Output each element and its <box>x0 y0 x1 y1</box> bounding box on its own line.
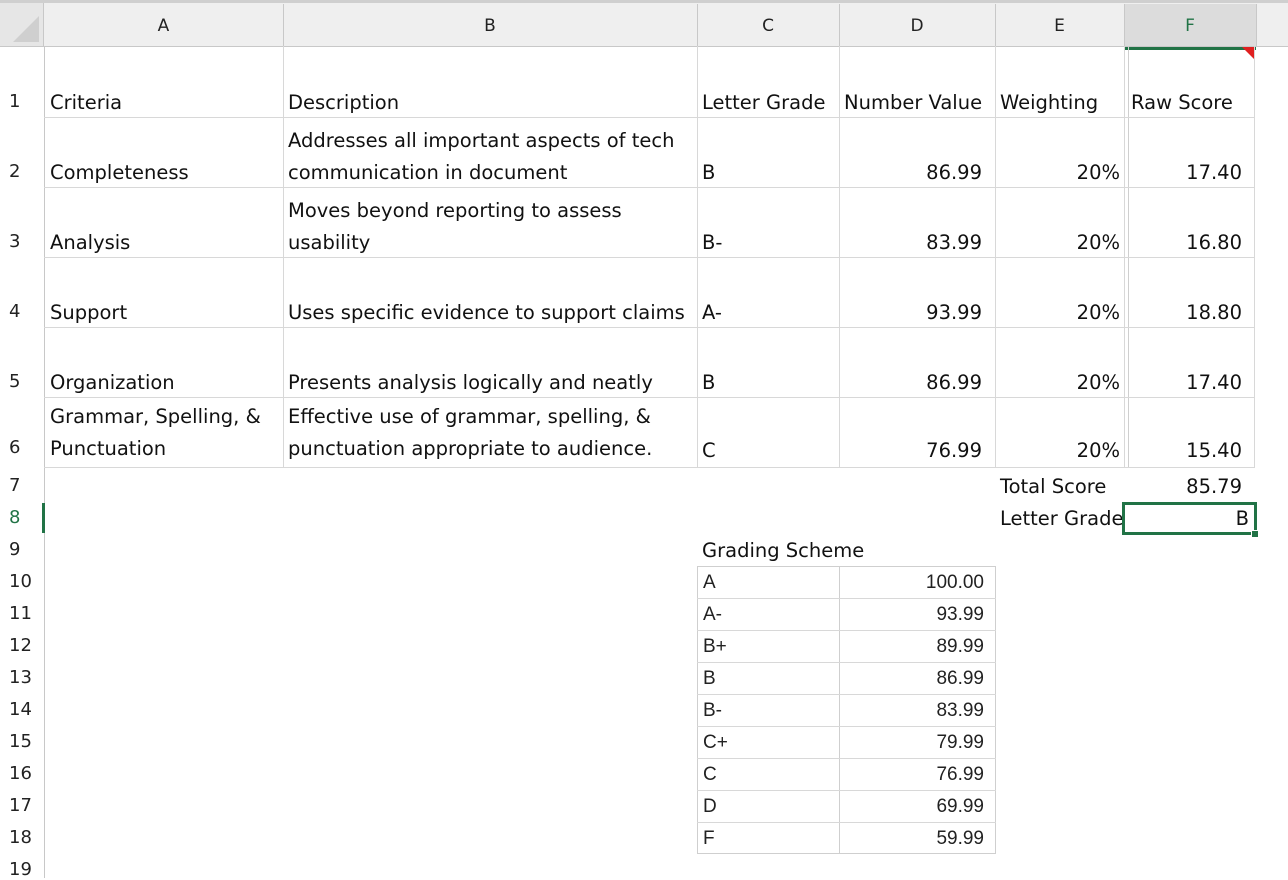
row-header-16[interactable]: 16 <box>0 764 44 784</box>
criteria-description[interactable]: Uses specific evidence to support claims <box>288 297 685 328</box>
column-header-f[interactable]: F <box>1124 4 1256 50</box>
criteria-description[interactable]: Moves beyond reporting to assess <box>288 195 622 226</box>
criteria-weight[interactable]: 20% <box>995 157 1120 188</box>
spreadsheet: A B C D E F 1 2 3 4 5 6 7 8 9 10 11 12 1… <box>0 0 1288 880</box>
criteria-description[interactable]: punctuation appropriate to audience. <box>288 433 652 464</box>
scheme-value[interactable]: 59.99 <box>839 823 984 854</box>
scheme-value[interactable]: 89.99 <box>839 631 984 662</box>
scheme-grade[interactable]: C <box>703 759 717 790</box>
criteria-name[interactable]: Punctuation <box>50 433 166 464</box>
row-header-14[interactable]: 14 <box>0 700 44 720</box>
total-score-value[interactable]: 85.79 <box>1124 471 1242 502</box>
letter-grade-label[interactable]: Letter Grade <box>1000 503 1123 534</box>
criteria-weight[interactable]: 20% <box>995 435 1120 466</box>
column-header-d[interactable]: D <box>839 4 995 46</box>
select-all-corner[interactable] <box>0 3 44 46</box>
row-8-highlight <box>42 503 45 533</box>
scheme-grade[interactable]: A- <box>703 599 722 630</box>
row-header-12[interactable]: 12 <box>0 636 44 656</box>
letter-grade-value[interactable]: B <box>1124 503 1249 534</box>
scheme-value[interactable]: 76.99 <box>839 759 984 790</box>
column-header-b[interactable]: B <box>283 4 697 46</box>
criteria-description[interactable]: communication in document <box>288 157 567 188</box>
criteria-name[interactable]: Completeness <box>50 157 189 188</box>
row-header-11[interactable]: 11 <box>0 604 44 624</box>
criteria-value[interactable]: 93.99 <box>839 297 982 328</box>
criteria-name[interactable]: Analysis <box>50 227 130 258</box>
scheme-grade[interactable]: F <box>703 823 715 854</box>
criteria-name[interactable]: Grammar, Spelling, & <box>50 401 261 432</box>
criteria-raw-score[interactable]: 16.80 <box>1124 227 1242 258</box>
criteria-name[interactable]: Support <box>50 297 127 328</box>
criteria-value[interactable]: 76.99 <box>839 435 982 466</box>
column-header-a[interactable]: A <box>44 4 283 46</box>
row-header-15[interactable]: 15 <box>0 732 44 752</box>
criteria-grade[interactable]: B <box>702 367 715 398</box>
column-header-c[interactable]: C <box>697 4 839 46</box>
scheme-value[interactable]: 79.99 <box>839 727 984 758</box>
criteria-grade[interactable]: A- <box>702 297 722 328</box>
row-header-8[interactable]: 8 <box>0 508 44 528</box>
scheme-grade[interactable]: B+ <box>703 631 727 662</box>
header-weighting[interactable]: Weighting <box>1000 87 1098 118</box>
criteria-weight[interactable]: 20% <box>995 227 1120 258</box>
criteria-weight[interactable]: 20% <box>995 297 1120 328</box>
criteria-description[interactable]: Presents analysis logically and neatly <box>288 367 653 398</box>
scheme-value[interactable]: 100.00 <box>839 567 984 598</box>
row-header-7[interactable]: 7 <box>0 476 44 496</box>
scheme-grade[interactable]: C+ <box>703 727 728 758</box>
criteria-value[interactable]: 83.99 <box>839 227 982 258</box>
row-header-5[interactable]: 5 <box>0 372 44 392</box>
criteria-raw-score[interactable]: 17.40 <box>1124 367 1242 398</box>
scheme-value[interactable]: 86.99 <box>839 663 984 694</box>
criteria-name[interactable]: Organization <box>50 367 175 398</box>
row-header-2[interactable]: 2 <box>0 162 44 182</box>
criteria-description[interactable]: Addresses all important aspects of tech <box>288 125 674 156</box>
criteria-grade[interactable]: B- <box>702 227 722 258</box>
criteria-raw-score[interactable]: 15.40 <box>1124 435 1242 466</box>
row-header-4[interactable]: 4 <box>0 302 44 322</box>
row-header-9[interactable]: 9 <box>0 540 44 560</box>
header-criteria[interactable]: Criteria <box>50 87 122 118</box>
header-letter-grade[interactable]: Letter Grade <box>702 87 825 118</box>
criteria-description[interactable]: usability <box>288 227 370 258</box>
row-header-1[interactable]: 1 <box>0 92 44 112</box>
total-score-label[interactable]: Total Score <box>1000 471 1106 502</box>
scheme-grade[interactable]: B- <box>703 695 722 726</box>
header-raw-score[interactable]: Raw Score <box>1131 87 1233 118</box>
criteria-value[interactable]: 86.99 <box>839 367 982 398</box>
criteria-value[interactable]: 86.99 <box>839 157 982 188</box>
scheme-grade[interactable]: D <box>703 791 717 822</box>
scheme-value[interactable]: 93.99 <box>839 599 984 630</box>
comment-indicator-icon[interactable] <box>1242 47 1254 59</box>
row-header-3[interactable]: 3 <box>0 232 44 252</box>
criteria-raw-score[interactable]: 18.80 <box>1124 297 1242 328</box>
row-header-13[interactable]: 13 <box>0 668 44 688</box>
row-header-17[interactable]: 17 <box>0 796 44 816</box>
scheme-grade[interactable]: A <box>703 567 716 598</box>
criteria-description[interactable]: Effective use of grammar, spelling, & <box>288 401 651 432</box>
scheme-grade[interactable]: B <box>703 663 716 694</box>
scheme-value[interactable]: 83.99 <box>839 695 984 726</box>
grading-scheme-title[interactable]: Grading Scheme <box>702 535 864 566</box>
fill-handle[interactable] <box>1251 530 1259 538</box>
row-header-10[interactable]: 10 <box>0 572 44 592</box>
row-header-18[interactable]: 18 <box>0 828 44 848</box>
criteria-raw-score[interactable]: 17.40 <box>1124 157 1242 188</box>
criteria-weight[interactable]: 20% <box>995 367 1120 398</box>
row-header-6[interactable]: 6 <box>0 438 44 458</box>
header-number-value[interactable]: Number Value <box>844 87 982 118</box>
header-description[interactable]: Description <box>288 87 399 118</box>
column-header-e[interactable]: E <box>995 4 1124 46</box>
criteria-grade[interactable]: B <box>702 157 715 188</box>
row-header-19[interactable]: 19 <box>0 860 44 880</box>
scheme-value[interactable]: 69.99 <box>839 791 984 822</box>
criteria-grade[interactable]: C <box>702 435 716 466</box>
